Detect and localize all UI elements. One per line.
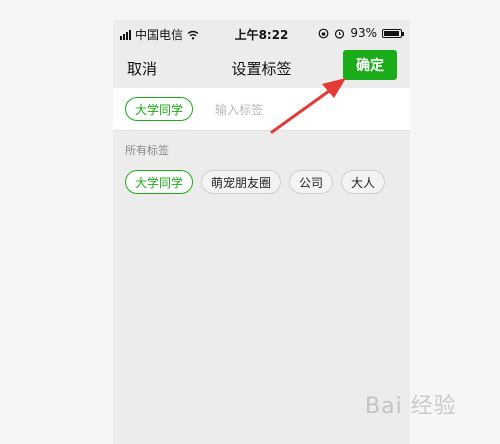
tag-chip[interactable]: 萌宠朋友圈	[201, 170, 282, 194]
status-right: 93%	[318, 26, 404, 40]
alarm-icon	[335, 28, 345, 39]
confirm-button[interactable]: 确定	[343, 50, 397, 80]
watermark: Bai 经验	[365, 394, 457, 419]
selected-tag-chip[interactable]: 大学同学	[125, 97, 194, 121]
tag-list: 大学同学 萌宠朋友圈 公司 大人	[125, 170, 400, 194]
tag-input[interactable]	[213, 96, 367, 124]
battery-percent: 93%	[350, 26, 377, 40]
battery-fill	[384, 30, 399, 36]
battery-icon	[382, 28, 404, 38]
phone-screen: 中国电信 上午8:22 93% 取消 设置标签 确定 大学同学 输入标签 所有标…	[113, 20, 410, 444]
status-bar: 中国电信 上午8:22 93%	[113, 20, 410, 48]
tag-chip[interactable]: 大学同学	[125, 170, 194, 194]
tag-chip[interactable]: 大人	[341, 170, 386, 194]
tag-chip[interactable]: 公司	[289, 170, 334, 194]
all-tags-label: 所有标签	[125, 144, 169, 157]
orientation-lock-icon	[318, 28, 329, 38]
tag-input-row: 大学同学	[113, 88, 410, 131]
